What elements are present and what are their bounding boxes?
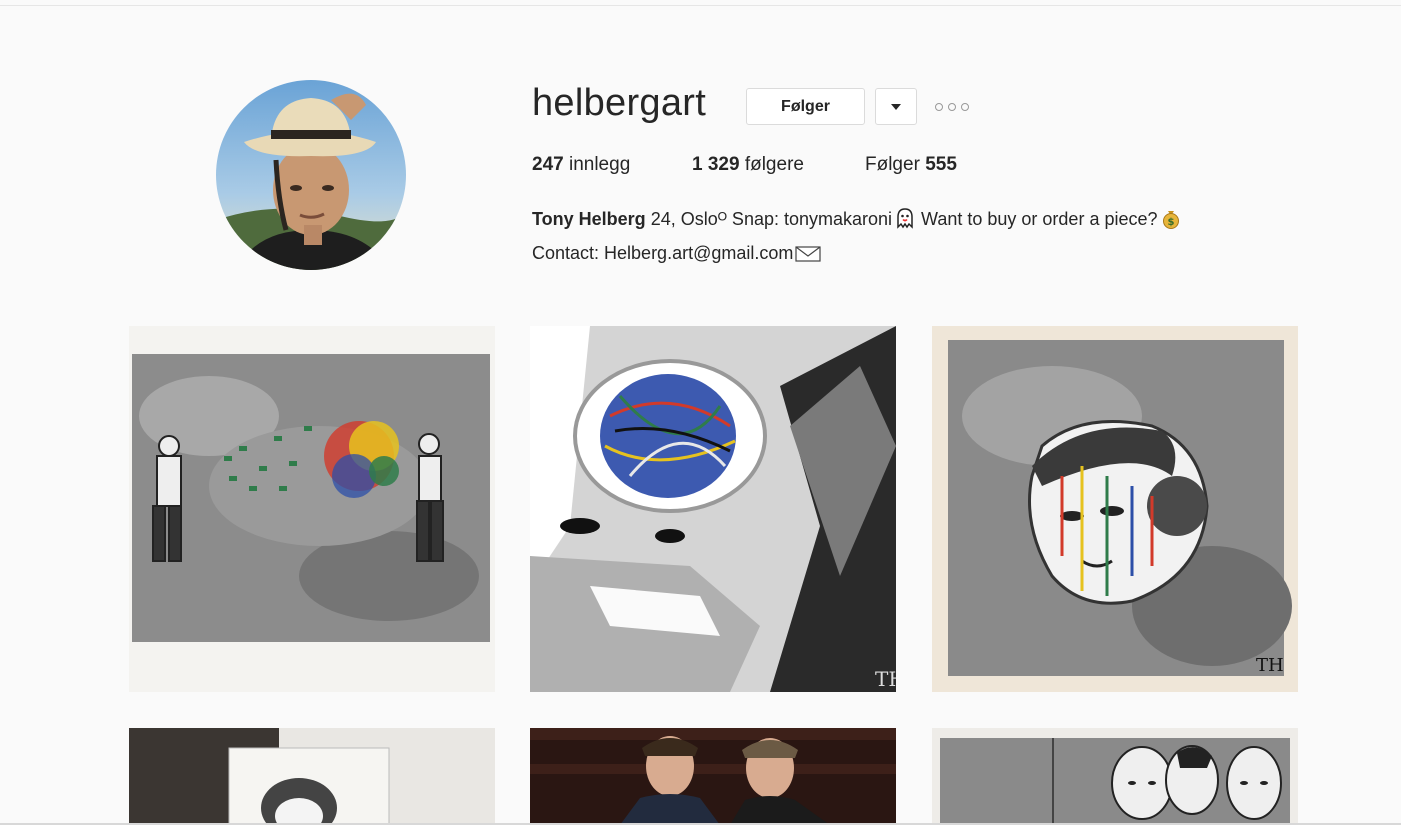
post-thumbnail[interactable] xyxy=(129,728,495,825)
post-thumbnail[interactable]: TH xyxy=(932,326,1298,692)
profile-bio: Tony Helberg 24, Osloᴼ Snap: tonymakaron… xyxy=(532,204,1332,272)
money-bag-emoji-icon: $ xyxy=(1160,207,1182,238)
posts-count-label: innlegg xyxy=(568,154,631,175)
svg-text:TH: TH xyxy=(1256,655,1284,676)
post-thumbnail[interactable]: TH xyxy=(530,326,896,692)
following-count-value: 555 xyxy=(925,154,957,175)
bio-text-1: 24, Osloᴼ Snap: tonymakaroni xyxy=(645,209,893,229)
bio-text-1b: Want to buy or order a piece? xyxy=(916,209,1158,229)
envelope-emoji-icon xyxy=(795,242,821,272)
bio-line-2: Contact: Helberg.art@gmail.com xyxy=(532,238,1332,272)
dot xyxy=(935,103,943,111)
follow-button[interactable]: Følger xyxy=(746,88,865,125)
top-divider xyxy=(0,5,1401,6)
followers-link[interactable]: 1 329 følgere xyxy=(692,154,804,176)
bio-contact: Contact: Helberg.art@gmail.com xyxy=(532,243,794,263)
dot xyxy=(948,103,956,111)
ghost-emoji-icon xyxy=(894,207,916,238)
followers-count-value: 1 329 xyxy=(692,154,740,175)
avatar[interactable] xyxy=(216,80,406,270)
followers-count-label: følgere xyxy=(744,154,804,175)
chevron-down-icon xyxy=(891,103,901,110)
bio-line-1: Tony Helberg 24, Osloᴼ Snap: tonymakaron… xyxy=(532,204,1332,238)
following-count-label: Følger xyxy=(865,154,920,175)
following-link[interactable]: Følger 555 xyxy=(865,154,957,176)
dot xyxy=(961,103,969,111)
post-thumbnail[interactable] xyxy=(932,728,1298,825)
posts-count-value: 247 xyxy=(532,154,564,175)
bio-full-name: Tony Helberg xyxy=(532,209,646,229)
post-thumbnail[interactable] xyxy=(129,326,495,692)
more-options-icon[interactable] xyxy=(935,100,969,114)
svg-text:$: $ xyxy=(1167,217,1174,228)
profile-username: helbergart xyxy=(532,82,707,124)
post-thumbnail[interactable] xyxy=(530,728,896,825)
svg-text:TH: TH xyxy=(875,667,896,691)
posts-count: 247 innlegg xyxy=(532,154,630,176)
suggestions-dropdown-button[interactable] xyxy=(875,88,917,125)
